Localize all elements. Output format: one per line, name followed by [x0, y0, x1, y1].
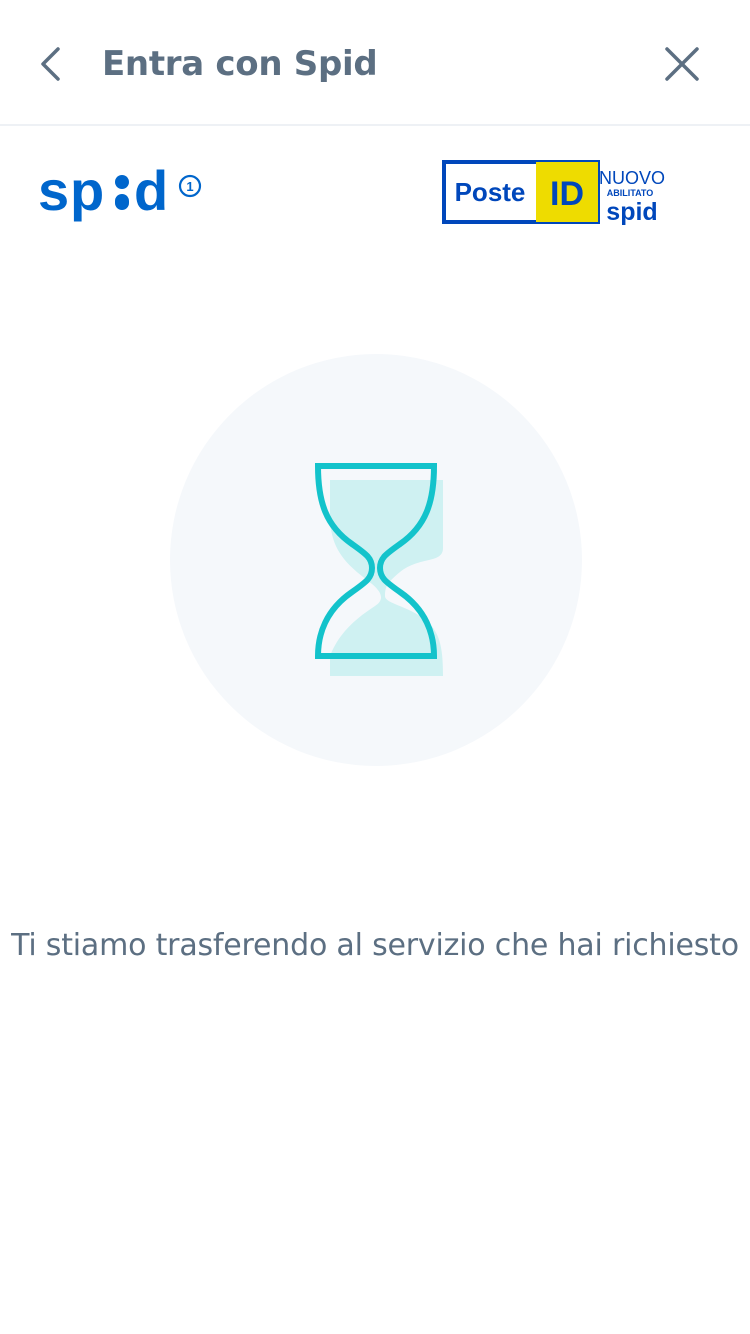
spid-logo-d: d: [134, 159, 168, 222]
top-bar: Entra con Spid: [0, 0, 750, 126]
spid-logo: s p d 1: [38, 159, 202, 222]
redirect-message: Ti stiamo trasferendo al servizio che ha…: [11, 928, 739, 963]
spid-logo-s: s: [38, 159, 69, 222]
close-icon: [665, 47, 699, 81]
posteid-brand: Poste: [455, 177, 526, 207]
posteid-new-tag: NUOVO: [599, 168, 665, 188]
posteid-enabled-tag: ABILITATO: [607, 188, 654, 198]
posteid-logo: Poste ID NUOVO ABILITATO spid: [442, 160, 665, 226]
close-button[interactable]: [656, 38, 708, 90]
spid-level-number: 1: [186, 179, 193, 194]
posteid-id: ID: [550, 175, 584, 213]
chevron-left-icon: [41, 47, 60, 81]
spid-logo-dot: [115, 175, 129, 189]
back-button[interactable]: [30, 40, 70, 88]
spid-logo-body: [115, 194, 129, 210]
spid-logo-p: p: [70, 159, 104, 222]
posteid-spid-tag: spid: [606, 198, 657, 226]
hourglass-icon: [314, 463, 443, 676]
page-title: Entra con Spid: [102, 44, 378, 84]
